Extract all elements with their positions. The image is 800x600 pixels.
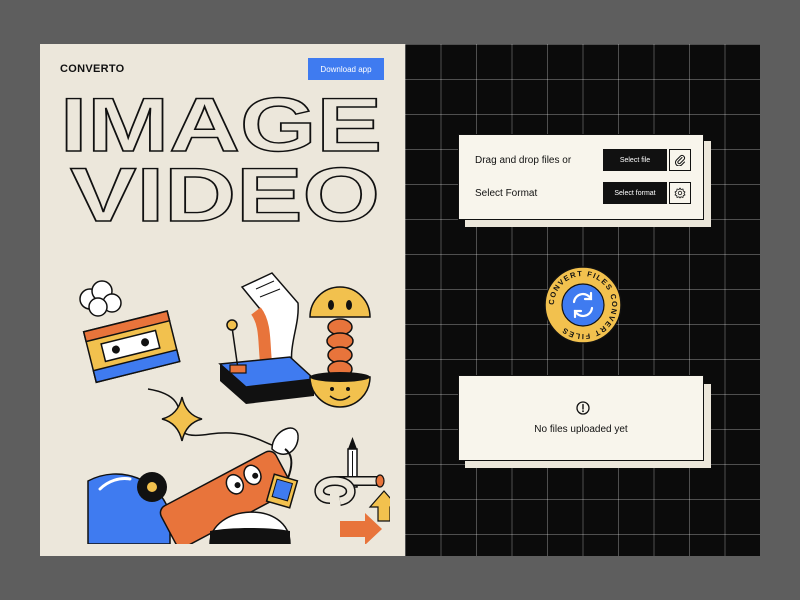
cassette-icon <box>82 310 181 384</box>
format-settings-button[interactable] <box>669 182 691 204</box>
empty-state-message: No files uploaded yet <box>534 424 628 435</box>
format-row: Select Format Select format <box>475 182 691 204</box>
select-format-button[interactable]: Select format <box>603 182 667 204</box>
gear-icon <box>674 187 686 199</box>
upload-card: Drag and drop files or Select file Selec… <box>458 134 704 220</box>
record-icon <box>137 472 167 502</box>
converter-panel: Drag and drop files or Select file Selec… <box>405 44 760 556</box>
sparkle-icon <box>161 396 203 442</box>
file-row: Drag and drop files or Select file <box>475 149 691 171</box>
hero-illustration <box>79 272 390 544</box>
hero-panel: CONVERTO Download app IMAGE VIDEO <box>40 44 405 556</box>
select-file-button[interactable]: Select file <box>603 149 667 171</box>
select-format-label: Select Format <box>475 187 538 199</box>
exclamation-circle-icon <box>576 401 590 415</box>
hero-title-line2: VIDEO <box>70 153 380 226</box>
arrow-right-icon <box>340 513 382 544</box>
pipe-icon <box>314 474 385 506</box>
arrow-up-icon <box>368 490 390 522</box>
smiley-capsule-icon <box>309 286 371 408</box>
convert-button[interactable]: CONVERT FILES CONVERT FILES <box>543 265 623 345</box>
attach-button[interactable] <box>669 149 691 171</box>
paperclip-icon <box>674 155 685 166</box>
empty-state-card: No files uploaded yet <box>458 375 704 461</box>
app-frame: CONVERTO Download app IMAGE VIDEO Drag a… <box>40 44 760 556</box>
brand-logo[interactable]: CONVERTO <box>60 63 125 75</box>
drag-drop-label: Drag and drop files or <box>475 154 572 166</box>
cloud-icon <box>79 280 122 317</box>
hero-title: IMAGE VIDEO <box>59 86 382 226</box>
download-app-button[interactable]: Download app <box>308 58 384 80</box>
